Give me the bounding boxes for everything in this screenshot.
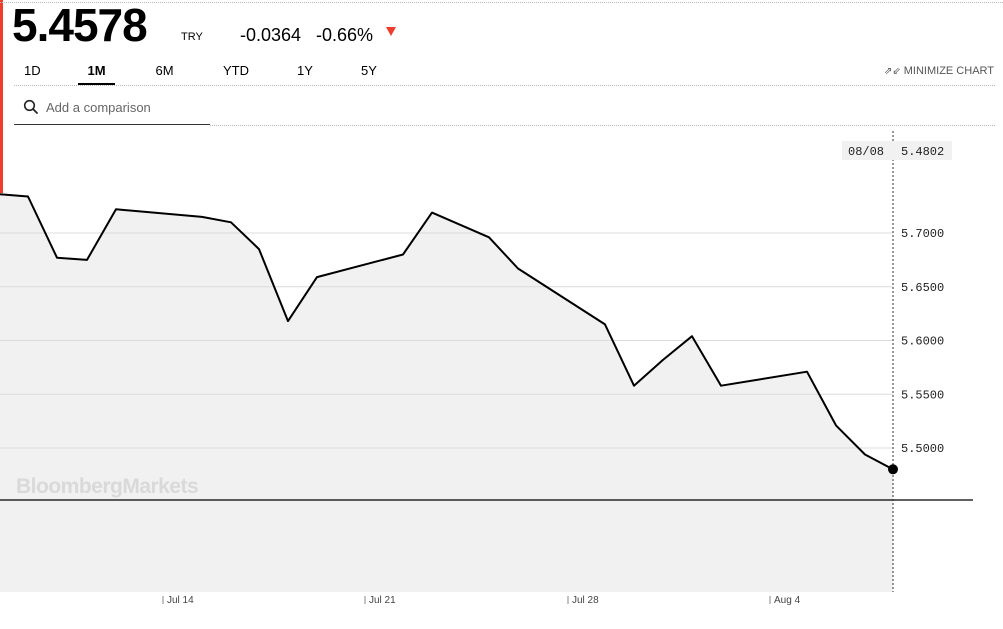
- y-tick-label: 5.6500: [901, 281, 944, 295]
- y-tick-label: 5.5500: [901, 388, 944, 402]
- x-tick-label: Aug 4: [774, 595, 801, 606]
- comparison-search: [14, 91, 210, 125]
- tab-5y[interactable]: 5Y: [361, 60, 377, 83]
- quote-change: -0.0364: [240, 25, 302, 45]
- y-tick-label: 5.6000: [901, 335, 944, 349]
- y-tick-label: 5.5000: [901, 442, 944, 456]
- crosshair-date: 08/08: [848, 145, 884, 159]
- quote-price: 5.4578: [12, 0, 148, 51]
- tab-6m[interactable]: 6M: [154, 60, 175, 83]
- comparison-input[interactable]: [44, 95, 208, 119]
- minimize-chart-button[interactable]: ⇗⇙ MINIMIZE CHART: [884, 65, 994, 77]
- x-tick-label: Jul 28: [572, 595, 599, 606]
- last-price-point: [888, 464, 898, 475]
- tab-1m[interactable]: 1M: [78, 60, 115, 85]
- price-area-fill: [0, 194, 893, 593]
- x-tick-label: Jul 21: [369, 595, 396, 606]
- tab-1d[interactable]: 1D: [24, 60, 41, 83]
- minimize-chart-label: MINIMIZE CHART: [903, 65, 994, 77]
- price-chart[interactable]: 5.7000 5.6500 5.6000 5.5500 5.5000 BloombergM…: [0, 126, 1003, 629]
- x-tick-label: Jul 14: [167, 595, 194, 606]
- crosshair-value: 5.4802: [901, 145, 944, 159]
- search-icon: [23, 99, 38, 114]
- tab-1y[interactable]: 1Y: [297, 60, 313, 83]
- quote-change-percent: -0.66%: [316, 25, 374, 45]
- bloomberg-markets-watermark: BloombergMarkets: [16, 475, 198, 498]
- quote-currency: TRY: [181, 31, 203, 43]
- tabs-divider: [14, 85, 995, 86]
- top-divider: [0, 2, 1003, 3]
- tab-ytd[interactable]: YTD: [222, 60, 250, 83]
- y-tick-label: 5.7000: [901, 227, 944, 241]
- collapse-arrows-icon: ⇗⇙: [883, 66, 901, 77]
- down-arrow-icon: [386, 27, 396, 36]
